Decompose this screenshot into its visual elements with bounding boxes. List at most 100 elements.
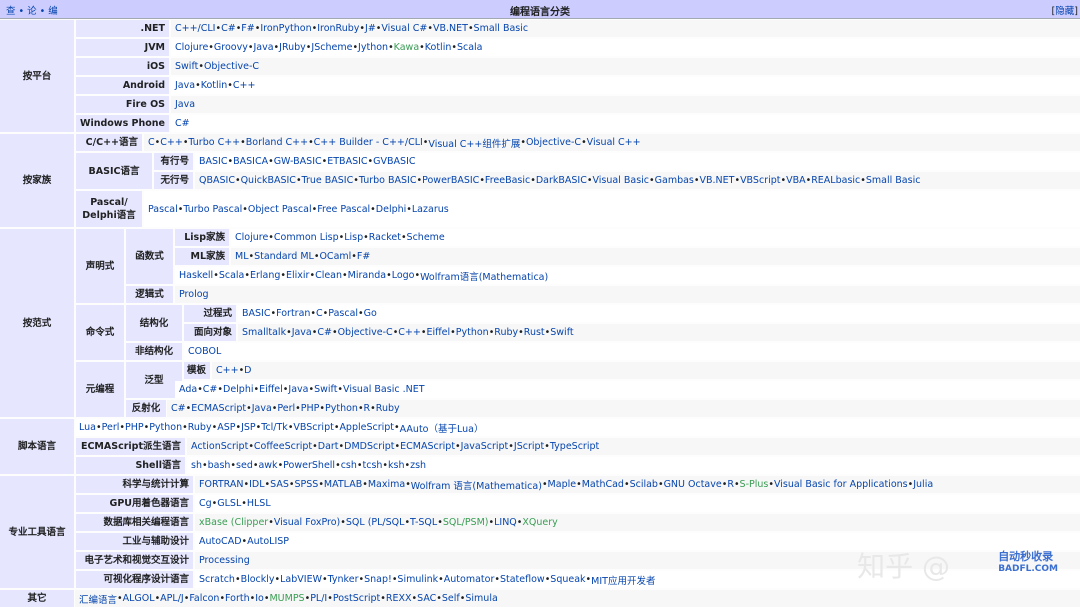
language-link[interactable]: Java (253, 42, 273, 53)
language-link[interactable]: Java (175, 99, 195, 110)
language-link[interactable]: AppleScript (339, 422, 394, 433)
language-link[interactable]: HLSL (247, 498, 271, 509)
language-link[interactable]: XQuery (522, 517, 557, 528)
language-link[interactable]: IronPython (260, 23, 311, 34)
language-link[interactable]: Simula (465, 593, 497, 604)
language-link[interactable]: C++ (216, 365, 239, 376)
language-link[interactable]: Java (288, 384, 308, 395)
language-link[interactable]: Maple (548, 479, 577, 490)
language-link[interactable]: Small Basic (474, 23, 529, 34)
language-link[interactable]: Delphi (376, 204, 407, 215)
language-link[interactable]: Stateflow (500, 574, 545, 585)
language-link[interactable]: S-Plus (740, 479, 769, 490)
language-link[interactable]: Lisp (344, 232, 363, 243)
language-link[interactable]: VBScript (740, 175, 780, 186)
language-link[interactable]: ECMAScript (400, 441, 455, 452)
language-link[interactable]: Erlang (250, 270, 280, 281)
language-link[interactable]: Squeak (550, 574, 585, 585)
language-link[interactable]: Turbo C++ (188, 137, 240, 148)
language-link[interactable]: tcsh (363, 460, 383, 471)
language-link[interactable]: Visual Basic (592, 175, 649, 186)
language-link[interactable]: Groovy (214, 42, 248, 53)
language-link[interactable]: C# (317, 327, 332, 338)
language-link[interactable]: Cg (199, 498, 212, 509)
language-link[interactable]: PostScript (333, 593, 380, 604)
language-link[interactable]: Visual C# (381, 23, 427, 34)
language-link[interactable]: Objective-C (204, 61, 259, 72)
language-link[interactable]: Kotlin (425, 42, 452, 53)
language-link[interactable]: Kawa (394, 42, 419, 53)
language-link[interactable]: GNU Octave (664, 479, 722, 490)
language-link[interactable]: BASICA (233, 156, 268, 167)
language-link[interactable]: DarkBASIC (536, 175, 587, 186)
language-link[interactable]: CoffeeScript (254, 441, 312, 452)
language-link[interactable]: C++ Builder - C++/CLI (314, 137, 423, 148)
language-link[interactable]: Ada (179, 384, 197, 395)
language-link[interactable]: C# (203, 384, 218, 395)
language-link[interactable]: Scilab (630, 479, 658, 490)
language-link[interactable]: Objective-C (338, 327, 393, 338)
language-link[interactable]: MathCad (582, 479, 624, 490)
language-link[interactable]: F# (357, 251, 370, 262)
language-link[interactable]: Wolfram 语言(Mathematica) (411, 478, 542, 492)
language-link[interactable]: ALGOL (123, 593, 155, 604)
language-link[interactable]: LabVIEW (280, 574, 322, 585)
language-link[interactable]: QBASIC (199, 175, 235, 186)
language-link[interactable]: PHP (301, 403, 320, 414)
language-link[interactable]: Tcl/Tk (261, 422, 288, 433)
language-link[interactable]: Dart (318, 441, 339, 452)
language-link[interactable]: LINQ (494, 517, 517, 528)
language-link[interactable]: Swift (314, 384, 337, 395)
language-link[interactable]: Rust (524, 327, 545, 338)
language-link[interactable]: True BASIC (302, 175, 354, 186)
language-link[interactable]: Clojure (175, 42, 208, 53)
language-link[interactable]: C# (175, 118, 190, 129)
language-link[interactable]: MIT应用开发者 (591, 573, 655, 587)
language-link[interactable]: PowerBASIC (422, 175, 479, 186)
language-link[interactable]: TypeScript (550, 441, 599, 452)
language-link[interactable]: Borland C++ (246, 137, 308, 148)
language-link[interactable]: Swift (175, 61, 198, 72)
language-link[interactable]: C (316, 308, 323, 319)
language-link[interactable]: R (727, 479, 734, 490)
language-link[interactable]: Fortran (276, 308, 310, 319)
language-link[interactable]: Snap! (364, 574, 392, 585)
language-link[interactable]: Free Pascal (317, 204, 370, 215)
language-link[interactable]: Racket (369, 232, 401, 243)
language-link[interactable]: Lua (79, 422, 96, 433)
language-link[interactable]: Perl (102, 422, 120, 433)
language-link[interactable]: Jython (358, 42, 388, 53)
language-link[interactable]: ASP (217, 422, 235, 433)
language-link[interactable]: Gambas (655, 175, 694, 186)
language-link[interactable]: Clojure (235, 232, 268, 243)
language-link[interactable]: Elixir (286, 270, 309, 281)
language-link[interactable]: VBA (786, 175, 806, 186)
language-link[interactable]: Lazarus (412, 204, 449, 215)
language-link[interactable]: APL/J (160, 593, 184, 604)
language-link[interactable]: MATLAB (324, 479, 362, 490)
language-link[interactable]: DMDScript (344, 441, 394, 452)
language-link[interactable]: sed (236, 460, 253, 471)
language-link[interactable]: JScheme (311, 42, 352, 53)
language-link[interactable]: Logo (392, 270, 415, 281)
language-link[interactable]: JScript (514, 441, 544, 452)
language-link[interactable]: Python (325, 403, 358, 414)
language-link[interactable]: Ruby (376, 403, 400, 414)
language-link[interactable]: Java (292, 327, 312, 338)
language-link[interactable]: OCaml (319, 251, 351, 262)
language-link[interactable]: Turbo Pascal (183, 204, 242, 215)
language-link[interactable]: SAS (270, 479, 289, 490)
language-link[interactable]: VB.NET (433, 23, 468, 34)
language-link[interactable]: Python (149, 422, 182, 433)
language-link[interactable]: Eiffel (259, 384, 283, 395)
language-link[interactable]: Pascal (328, 308, 358, 319)
language-link[interactable]: Standard ML (254, 251, 314, 262)
language-link[interactable]: Simulink (397, 574, 438, 585)
language-link[interactable]: Scala (457, 42, 483, 53)
language-link[interactable]: C (148, 137, 155, 148)
language-link[interactable]: awk (258, 460, 277, 471)
language-link[interactable]: JavaScript (461, 441, 509, 452)
language-link[interactable]: csh (341, 460, 357, 471)
language-link[interactable]: BASIC (242, 308, 270, 319)
language-link[interactable]: Object Pascal (248, 204, 312, 215)
